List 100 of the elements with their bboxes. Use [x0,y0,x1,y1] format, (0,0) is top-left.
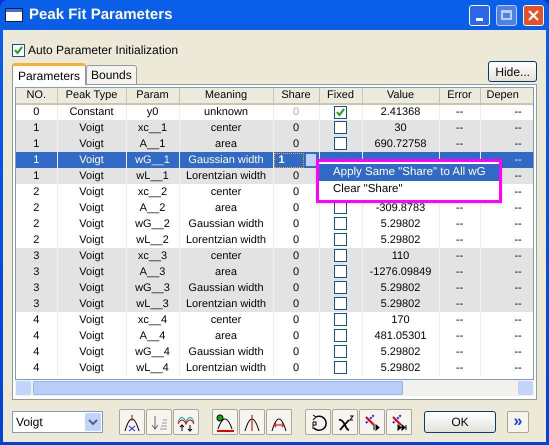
column-header[interactable]: Peak Type [57,88,126,104]
column-header[interactable]: Depen [480,88,533,104]
checkbox[interactable] [334,281,347,294]
reset-button[interactable] [305,409,331,435]
table-cell: -- [514,266,522,278]
table-cell: -- [514,122,522,134]
checkbox[interactable] [334,361,347,374]
column-header[interactable]: Fixed [319,88,362,104]
checkbox[interactable] [334,297,347,310]
table-row[interactable]: 0 Constant y0 unknown 0 2.41368 -- -- [16,104,533,120]
baseline-peak-button[interactable] [212,409,238,435]
column-header[interactable]: Value [362,88,439,104]
checkbox-label: Auto Parameter Initialization [28,42,178,59]
checkbox[interactable] [334,329,347,342]
table-cell: 481.05301 [374,330,426,342]
column-header[interactable]: Error [439,88,480,104]
tab[interactable]: Parameters [12,63,86,85]
checkbox[interactable] [12,44,25,56]
table-cell: 3 [33,266,40,278]
table-cell: 690.72758 [374,138,426,150]
table-cell: -309.8783 [376,202,426,214]
maximize-button[interactable] [496,4,517,26]
column-header[interactable]: NO. [16,88,57,104]
table-cell: Voigt [79,202,104,214]
checkbox[interactable] [334,106,347,119]
column-header[interactable]: Meaning [179,88,273,104]
table-cell: 3 [33,250,40,262]
table-cell: Voigt [79,314,104,326]
table-cell: 2.41368 [380,106,420,118]
table-cell: wG__1 [135,154,170,166]
table-cell: -- [514,298,522,310]
share-menu-button[interactable] [306,154,316,166]
table-cell: wL__2 [136,234,169,246]
table-row[interactable]: 1 Voigt xc__1 center 0 30 -- -- [16,120,533,136]
checkbox[interactable] [334,217,347,230]
table-row[interactable]: 4 Voigt xc__4 center 0 170 -- -- [16,312,533,328]
sort-button[interactable] [146,409,172,435]
table-cell: 4 [33,362,40,374]
checkbox[interactable] [334,137,347,150]
table-cell: -- [514,170,522,182]
table-row[interactable]: 1 Voigt A__1 area 0 690.72758 -- -- [16,136,533,152]
table-cell: 5.29802 [380,346,420,358]
column-header[interactable]: Param [126,88,179,104]
table-cell: -- [456,250,464,262]
checkbox[interactable] [334,265,347,278]
table-cell: -- [456,298,464,310]
table-cell: -1276.09849 [370,266,432,278]
table-cell: xc__1 [138,122,168,134]
table-cell: -- [514,314,522,326]
ok-button[interactable]: OK [424,411,496,433]
menu-item[interactable]: Apply Same "Share" to All wG [319,164,499,181]
table-cell: Voigt [79,330,104,342]
hide-button[interactable]: Hide... [488,61,537,82]
table-cell: Lorentzian width [186,234,266,246]
table-cell: 0 [292,330,300,342]
checkbox[interactable] [334,121,347,134]
peak-type-dropdown[interactable]: Voigt [12,411,103,433]
table-cell: 0 [292,346,300,358]
table-cell: 4 [33,346,40,358]
minimize-button[interactable] [469,4,490,26]
table-cell: center [210,186,242,198]
table-row[interactable]: 3 Voigt A__3 area 0 -1276.09849 -- -- [16,264,533,280]
table-cell: -- [456,330,464,342]
peak-pick-button[interactable] [119,409,145,435]
table-cell: 0 [292,106,300,118]
table-cell: Voigt [79,234,104,246]
horizontal-scrollbar[interactable] [15,380,534,396]
table-cell: 0 [292,362,300,374]
checkbox[interactable] [334,345,347,358]
peak-width-button[interactable] [266,409,292,435]
table-cell: 110 [392,250,410,262]
column-header[interactable]: Share [273,88,319,104]
tab[interactable]: Bounds [86,65,137,84]
fit-until-converged-button[interactable] [386,409,412,435]
close-icon [528,10,539,20]
table-cell: -- [456,138,464,150]
close-button[interactable] [523,4,544,26]
chi-square-button[interactable] [332,409,358,435]
table-cell: Voigt [79,346,104,358]
fit-step-button[interactable] [359,409,385,435]
peak-arrows-button[interactable] [173,409,199,435]
checkbox[interactable] [334,233,347,246]
checkbox[interactable] [334,313,347,326]
table-row[interactable]: 3 Voigt xc__3 center 0 110 -- -- [16,248,533,264]
peak-center-icon [243,412,261,432]
table-cell: 0 [292,250,300,262]
menu-item[interactable]: Clear "Share" [319,181,499,198]
expand-button[interactable]: » [507,411,529,433]
table-cell: 5.29802 [380,234,420,246]
table-row[interactable]: 3 Voigt wL__3 Lorentzian width 0 5.29802 -- -- [16,296,533,312]
table-row[interactable]: 2 Voigt wL__2 Lorentzian width 0 5.29802 -- -- [16,232,533,248]
peak-center-button[interactable] [239,409,265,435]
table-row[interactable]: 3 Voigt wG__3 Gaussian width 0 5.29802 -- -- [16,280,533,296]
table-cell: 2 [33,218,40,230]
table-cell: 1 [33,122,40,134]
table-cell: -- [514,218,522,230]
checkbox[interactable] [334,249,347,262]
table-cell: 0 [292,186,300,198]
table-cell: Lorentzian width [186,362,266,374]
table-cell: wG__3 [135,282,170,294]
